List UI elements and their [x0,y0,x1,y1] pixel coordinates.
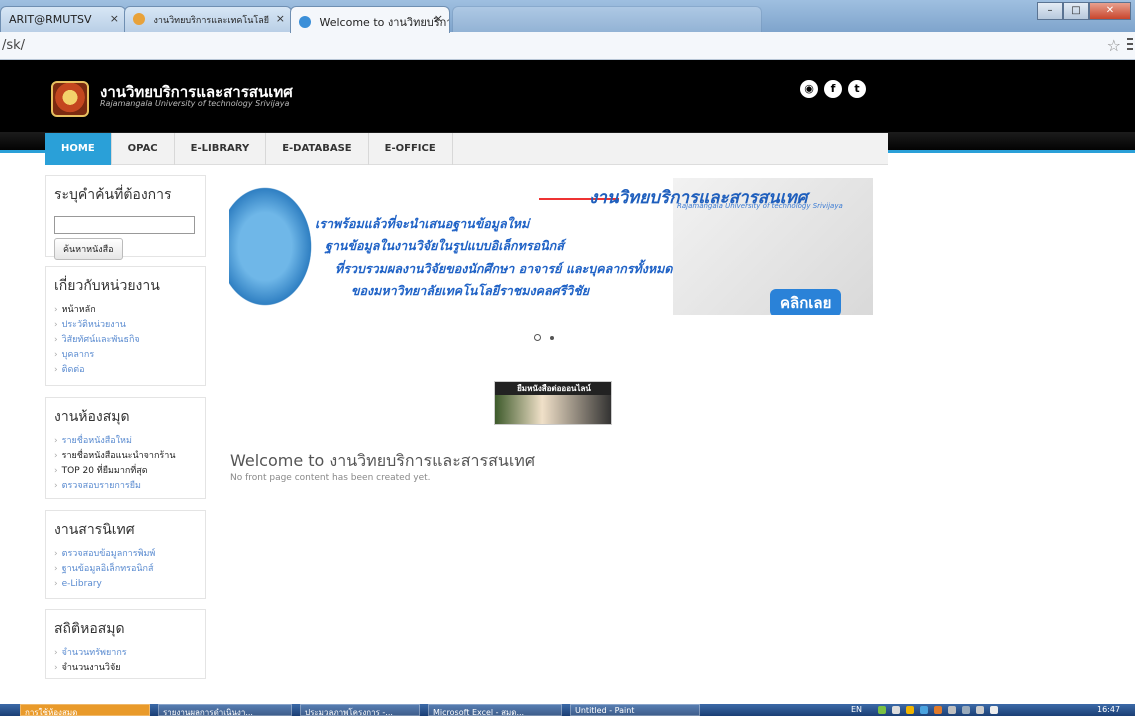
nav-e-office[interactable]: E-OFFICE [369,133,453,165]
browser-tab-arit[interactable]: ARIT@RMUTSV × [0,6,126,32]
sidebar-link-contact[interactable]: ติดต่อ [54,363,197,378]
site-subtitle: Rajamangala University of technology Sri… [100,99,290,108]
close-window-button[interactable]: ✕ [1089,2,1131,20]
tab-label: Welcome to งานวิทยบริการ [319,16,450,29]
os-taskbar: การใช้ห้องสมุด รายงานผลการดำเนินงา... ปร… [0,704,1135,716]
network-icon[interactable] [976,706,984,714]
about-block: เกี่ยวกับหน่วยงาน หน้าหลัก ประวัติหน่วยง… [45,266,206,386]
address-bar[interactable]: /sk/ ☆ [0,32,1135,60]
sidebar-link-check-loans[interactable]: ตรวจสอบรายการยืม [54,479,197,494]
sidebar-link-print-check[interactable]: ตรวจสอบข้อมูลการพิมพ์ [54,547,197,562]
banner-line: เราพร้อมแล้วที่จะนำเสนอฐานข้อมูลใหม่ [315,216,530,231]
browser-tab-library[interactable]: งานวิทยบริการและเทคโนโลยี × [124,6,292,32]
bookmark-star-icon[interactable]: ☆ [1107,36,1121,55]
minimize-button[interactable]: – [1037,2,1063,20]
tray-icon[interactable] [878,706,886,714]
university-logo[interactable] [51,81,89,117]
sidebar-link-recommended[interactable]: รายชื่อหนังสือแนะนำจากร้าน [54,449,197,464]
banner-subtitle: Rajamangala University of technology Sri… [677,202,843,210]
banner-line: ฐานข้อมูลในงานวิจัยในรูปแบบอิเล็กทรอนิกส… [325,238,564,253]
system-tray [878,706,998,714]
sidebar-link-research[interactable]: จำนวนงานวิจัย [54,661,197,676]
tab-label: งานวิทยบริการและเทคโนโลยี [153,16,270,26]
browser-tab-bar: ARIT@RMUTSV × งานวิทยบริการและเทคโนโลยี … [0,0,1135,33]
rss-icon[interactable]: ◉ [800,80,818,98]
stats-block-title: สถิติหอสมุด [54,621,125,637]
tray-icon[interactable] [906,706,914,714]
menu-icon[interactable] [1127,38,1133,52]
tab-close-icon[interactable]: × [110,12,119,25]
info-block: งานสารนิเทศ ตรวจสอบข้อมูลการพิมพ์ ฐานข้อ… [45,510,206,599]
search-books-button[interactable]: ค้นหาหนังสือ [54,238,123,260]
main-nav: HOME OPAC E-LIBRARY E-DATABASE E-OFFICE [45,133,888,165]
banner-head-illustration [229,178,319,315]
tab-label: ARIT@RMUTSV [9,13,92,26]
sidebar-link-resources[interactable]: จำนวนทรัพยากร [54,646,197,661]
renew-online-image [495,395,611,424]
tray-icon[interactable] [948,706,956,714]
sidebar-link-edatabase[interactable]: ฐานข้อมูลอิเล็กทรอนิกส์ [54,562,197,577]
slider-dots [534,334,554,341]
window-controls: – □ ✕ [1037,2,1131,22]
sidebar-link-staff[interactable]: บุคลากร [54,348,197,363]
renew-online-banner[interactable]: ยืมหนังสือต่อออนไลน์ [494,381,612,425]
volume-icon[interactable] [990,706,998,714]
slider-dot[interactable] [550,336,554,340]
search-block-title: ระบุคำค้นที่ต้องการ [54,187,172,203]
tray-icon[interactable] [920,706,928,714]
library-block: งานห้องสมุด รายชื่อหนังสือใหม่ รายชื่อหน… [45,397,206,499]
search-block: ระบุคำค้นที่ต้องการ ค้นหาหนังสือ [45,175,206,260]
about-block-title: เกี่ยวกับหน่วยงาน [54,278,160,294]
taskbar-item-paint[interactable]: Untitled - Paint [570,704,700,716]
banner-click-button[interactable]: คลิกเลย [770,289,842,315]
banner-line: ของมหาวิทยาลัยเทคโนโลยีราชมงคลศรีวิชัย [351,283,590,298]
sidebar-link-vision[interactable]: วิสัยทัศน์และพันธกิจ [54,333,197,348]
maximize-button[interactable]: □ [1063,2,1089,20]
sidebar-link-elibrary[interactable]: e-Library [54,577,197,592]
sidebar-link-new-books[interactable]: รายชื่อหนังสือใหม่ [54,434,197,449]
twitter-icon[interactable]: t [848,80,866,98]
sidebar-link-history[interactable]: ประวัติหน่วยงาน [54,318,197,333]
nav-home[interactable]: HOME [45,133,112,165]
hero-banner[interactable]: งานวิทยบริการและสารสนเทศ Rajamangala Uni… [229,178,873,315]
facebook-icon[interactable]: f [824,80,842,98]
banner-line: ที่รวบรวมผลงานวิจัยของนักศึกษา อาจารย์ แ… [335,261,673,276]
sidebar-link-top20[interactable]: TOP 20 ที่ยืมมากที่สุด [54,464,197,479]
sidebar-link-home[interactable]: หน้าหลัก [54,303,197,318]
nav-e-database[interactable]: E-DATABASE [266,133,369,165]
tab-close-icon[interactable]: × [276,12,285,25]
nav-e-library[interactable]: E-LIBRARY [175,133,267,165]
tray-icon[interactable] [934,706,942,714]
taskbar-item-word-gallery[interactable]: ประมวลภาพโครงการ -... [300,704,420,716]
page-title: Welcome to งานวิทยบริการและสารสนเทศ [230,451,536,470]
tray-icon[interactable] [892,706,900,714]
info-block-title: งานสารนิเทศ [54,522,135,538]
slider-dot-active[interactable] [534,334,541,341]
url-text[interactable]: /sk/ [2,38,25,53]
taskbar-item-word-report[interactable]: รายงานผลการดำเนินงา... [158,704,292,716]
stats-block: สถิติหอสมุด จำนวนทรัพยากร จำนวนงานวิจัย [45,609,206,679]
search-input[interactable] [54,216,195,234]
library-block-title: งานห้องสมุด [54,409,130,425]
browser-tab-blurred[interactable] [452,6,762,32]
social-links: ◉ f t [800,80,866,98]
browser-tab-welcome[interactable]: Welcome to งานวิทยบริการ × [290,6,450,33]
taskbar-item-library[interactable]: การใช้ห้องสมุด [20,704,150,716]
language-indicator[interactable]: EN [851,705,862,714]
tab-close-icon[interactable]: × [434,12,443,25]
renew-online-label: ยืมหนังสือต่อออนไลน์ [495,382,611,395]
site-favicon-icon [133,13,145,25]
flag-icon[interactable] [962,706,970,714]
clock[interactable]: 16:47 [1097,705,1120,714]
site-favicon-icon [299,16,311,28]
taskbar-item-excel[interactable]: Microsoft Excel - สมุด... [428,704,562,716]
nav-opac[interactable]: OPAC [112,133,175,165]
empty-content-message: No front page content has been created y… [230,473,431,483]
